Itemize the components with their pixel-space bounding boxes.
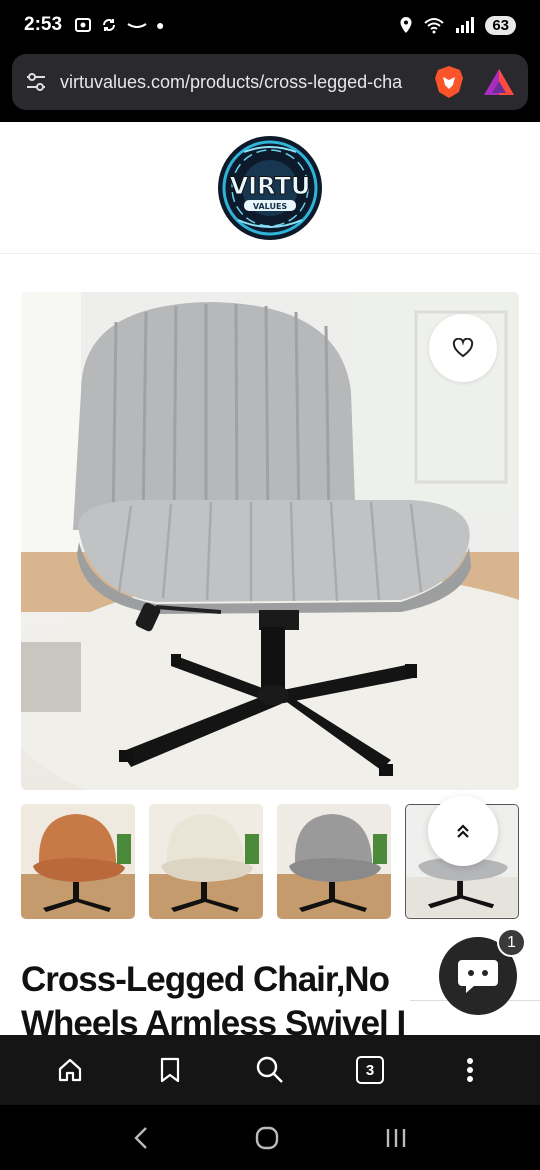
address-bar[interactable]: virtuvalues.com/products/cross-legged-ch… [12, 54, 528, 110]
product-main-image[interactable] [21, 292, 519, 790]
bookmarks-button[interactable] [146, 1046, 194, 1094]
home-circle-icon[interactable] [254, 1125, 280, 1151]
amazon-icon [127, 23, 147, 28]
sync-icon [103, 19, 116, 31]
menu-button[interactable] [446, 1046, 494, 1094]
scroll-to-top-button[interactable] [428, 796, 498, 866]
search-icon [256, 1056, 283, 1083]
chat-unread-badge: 1 [497, 928, 526, 957]
back-icon[interactable] [132, 1125, 150, 1151]
system-icons: 63 [399, 15, 516, 35]
wishlist-button[interactable] [429, 314, 497, 382]
signal-icon [456, 17, 475, 33]
brave-rewards-icon[interactable] [482, 67, 516, 97]
heart-icon [452, 338, 474, 358]
web-page: VIRTU VALUES Cross-Legged Chair,No Wheel… [0, 122, 540, 1035]
virtu-values-logo[interactable]: VIRTU VALUES [214, 132, 326, 244]
thumbnail-orange[interactable] [21, 804, 135, 919]
thumbnail-cream[interactable] [149, 804, 263, 919]
chat-bubble-icon [458, 960, 498, 993]
bookmark-icon [160, 1057, 180, 1083]
home-icon [58, 1058, 82, 1082]
site-header: VIRTU VALUES [0, 122, 540, 254]
url-text[interactable]: virtuvalues.com/products/cross-legged-ch… [60, 72, 404, 93]
logo-text: VIRTU [230, 172, 311, 200]
home-button[interactable] [46, 1046, 94, 1094]
location-icon [400, 17, 412, 33]
search-button[interactable] [246, 1046, 294, 1094]
double-chevron-up-icon [457, 824, 469, 838]
logo-subtext: VALUES [253, 202, 288, 211]
notification-icons: ● [74, 16, 165, 34]
status-time: 2:53 [24, 14, 63, 35]
brave-shields-icon[interactable] [434, 65, 464, 99]
system-navigation-bar [0, 1105, 540, 1170]
site-settings-icon[interactable] [24, 71, 48, 93]
wifi-icon [424, 18, 444, 34]
thumbnail-gray-fabric[interactable] [277, 804, 391, 919]
more-vertical-icon [467, 1058, 473, 1082]
browser-toolbar: 3 [0, 1035, 540, 1105]
dot-icon: ● [156, 17, 165, 33]
recent-apps-icon[interactable] [384, 1127, 408, 1149]
tabs-button[interactable]: 3 [346, 1046, 394, 1094]
tabs-count: 3 [356, 1056, 384, 1084]
battery-indicator: 63 [485, 15, 516, 35]
status-bar: 2:53 ● 63 [0, 0, 540, 50]
phone-screen: 2:53 ● 63 virtuvalues.com/products/cross… [0, 0, 540, 1170]
screenshot-icon [75, 18, 92, 32]
